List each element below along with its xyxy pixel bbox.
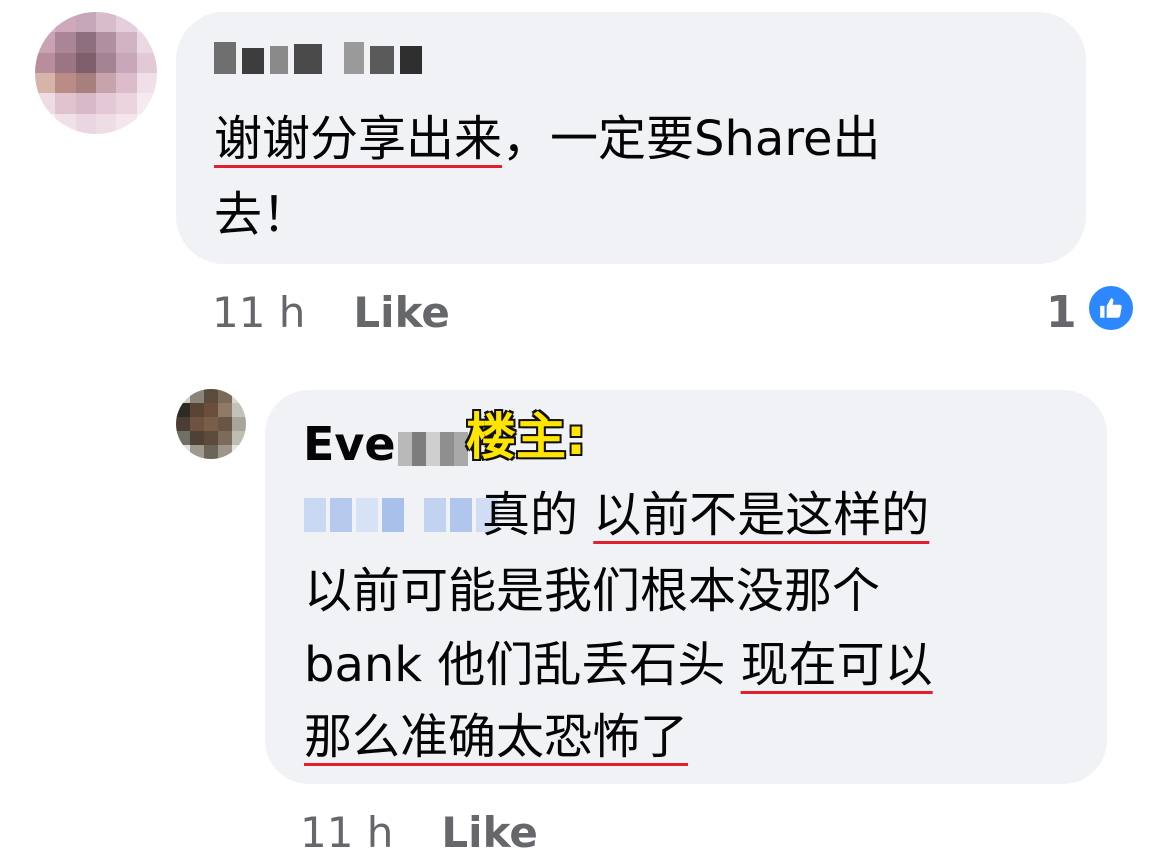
commenter-name-blurred[interactable] xyxy=(214,42,422,74)
underlined-phrase: 现在可以 xyxy=(740,637,933,693)
underlined-phrase: 谢谢分享出来 xyxy=(214,111,503,167)
reply-text-segment: 以前可能是我们根本没那个 xyxy=(304,563,881,619)
original-poster-tag: 楼主: xyxy=(465,407,587,467)
reply-text-line: 真的 以前不是这样的 xyxy=(482,484,929,546)
comment-text-segment: ，一定要Share出 xyxy=(502,111,881,167)
author-name-visible: Eve xyxy=(303,417,396,471)
comment-timestamp[interactable]: 11 h xyxy=(212,288,305,337)
reaction-count[interactable]: 1 xyxy=(1046,288,1077,338)
reply-text-line: bank 他们乱丢石头 现在可以 xyxy=(304,634,933,696)
reply-text-segment: bank 他们乱丢石头 xyxy=(304,637,741,693)
author-name[interactable]: Eve xyxy=(303,416,468,472)
comment-meta: 11 h Like xyxy=(212,288,450,338)
mentioned-user-blurred[interactable] xyxy=(304,498,498,532)
reply-text-line: 那么准确太恐怖了 xyxy=(304,706,688,768)
like-button[interactable]: Like xyxy=(353,288,449,337)
author-avatar[interactable] xyxy=(176,389,246,459)
author-name-blurred xyxy=(397,432,468,466)
comment-text-line: 去！ xyxy=(214,184,310,246)
comment-text-line: 谢谢分享出来，一定要Share出 xyxy=(214,108,881,170)
like-button[interactable]: Like xyxy=(441,808,537,857)
comment-text-segment: 去！ xyxy=(214,187,311,243)
commenter-avatar[interactable] xyxy=(35,12,157,134)
reply-timestamp[interactable]: 11 h xyxy=(300,808,393,857)
reply-text-segment: 真的 xyxy=(482,487,594,543)
underlined-phrase: 以前不是这样的 xyxy=(593,487,930,543)
reply-meta: 11 h Like xyxy=(300,808,538,858)
underlined-phrase: 那么准确太恐怖了 xyxy=(304,709,689,765)
reply-text-line: 以前可能是我们根本没那个 xyxy=(304,560,880,622)
thumbs-up-icon[interactable] xyxy=(1086,283,1136,333)
